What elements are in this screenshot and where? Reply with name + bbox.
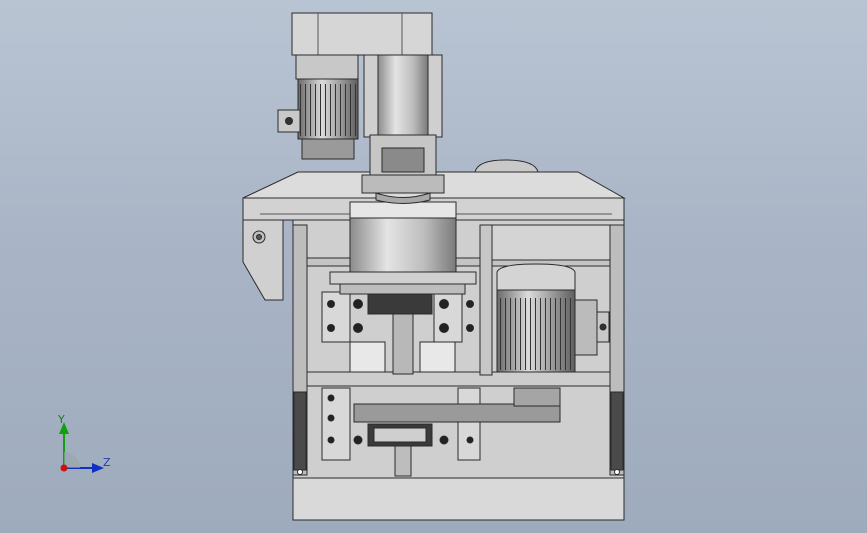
right-column-dark-band: [610, 391, 624, 471]
lower-pulley-face: [373, 427, 427, 443]
left-column-bolt: [297, 469, 303, 475]
spindle-shaft: [392, 313, 414, 375]
spindle-window: [349, 341, 386, 373]
rear-cover-dome: [474, 159, 539, 173]
right-mount-plate: [433, 291, 463, 343]
gear-motor-endcap: [301, 138, 355, 160]
belt-tensioner: [513, 387, 561, 407]
middle-cross-beam: [306, 371, 611, 387]
lower-right-plate: [457, 387, 481, 461]
left-mount-plate: [321, 291, 351, 343]
top-gearbox: [291, 12, 433, 56]
cad-viewport[interactable]: Y Z: [0, 0, 867, 533]
spindle-nose: [367, 293, 433, 315]
lower-shaft: [394, 445, 412, 477]
side-motor-bolt: [599, 323, 607, 331]
drive-column: [377, 54, 429, 136]
coupling-flange: [361, 174, 445, 194]
orientation-triad: [59, 422, 104, 473]
coupling-core: [381, 147, 425, 173]
gear-motor-mount-hole: [285, 117, 293, 125]
spindle-cap: [349, 201, 457, 219]
spindle-base-ring: [339, 283, 466, 295]
y-axis-label: Y: [58, 413, 65, 426]
side-motor-fins: [497, 298, 575, 370]
inner-right-post: [479, 224, 493, 376]
base-housing: [292, 474, 625, 521]
side-motor-cap: [496, 263, 576, 291]
bracket-pivot-center: [256, 234, 262, 240]
spindle-flange: [329, 271, 477, 285]
drive-belt: [353, 403, 561, 423]
machine-assembly-model[interactable]: [0, 0, 867, 533]
spindle-window-right: [419, 341, 456, 373]
x-axis-dot: [60, 464, 68, 472]
drive-column-frame-right: [427, 54, 443, 138]
z-axis-label: Z: [103, 456, 111, 469]
upper-right-panel: [491, 224, 611, 261]
side-motor-terminal-box: [574, 299, 598, 356]
lower-left-plate: [321, 387, 351, 461]
left-column-dark-band: [293, 391, 307, 471]
drive-column-frame-left: [363, 54, 379, 138]
gear-motor-fins: [298, 84, 358, 136]
gear-motor-adapter: [295, 54, 359, 80]
right-column-bolt: [614, 469, 620, 475]
